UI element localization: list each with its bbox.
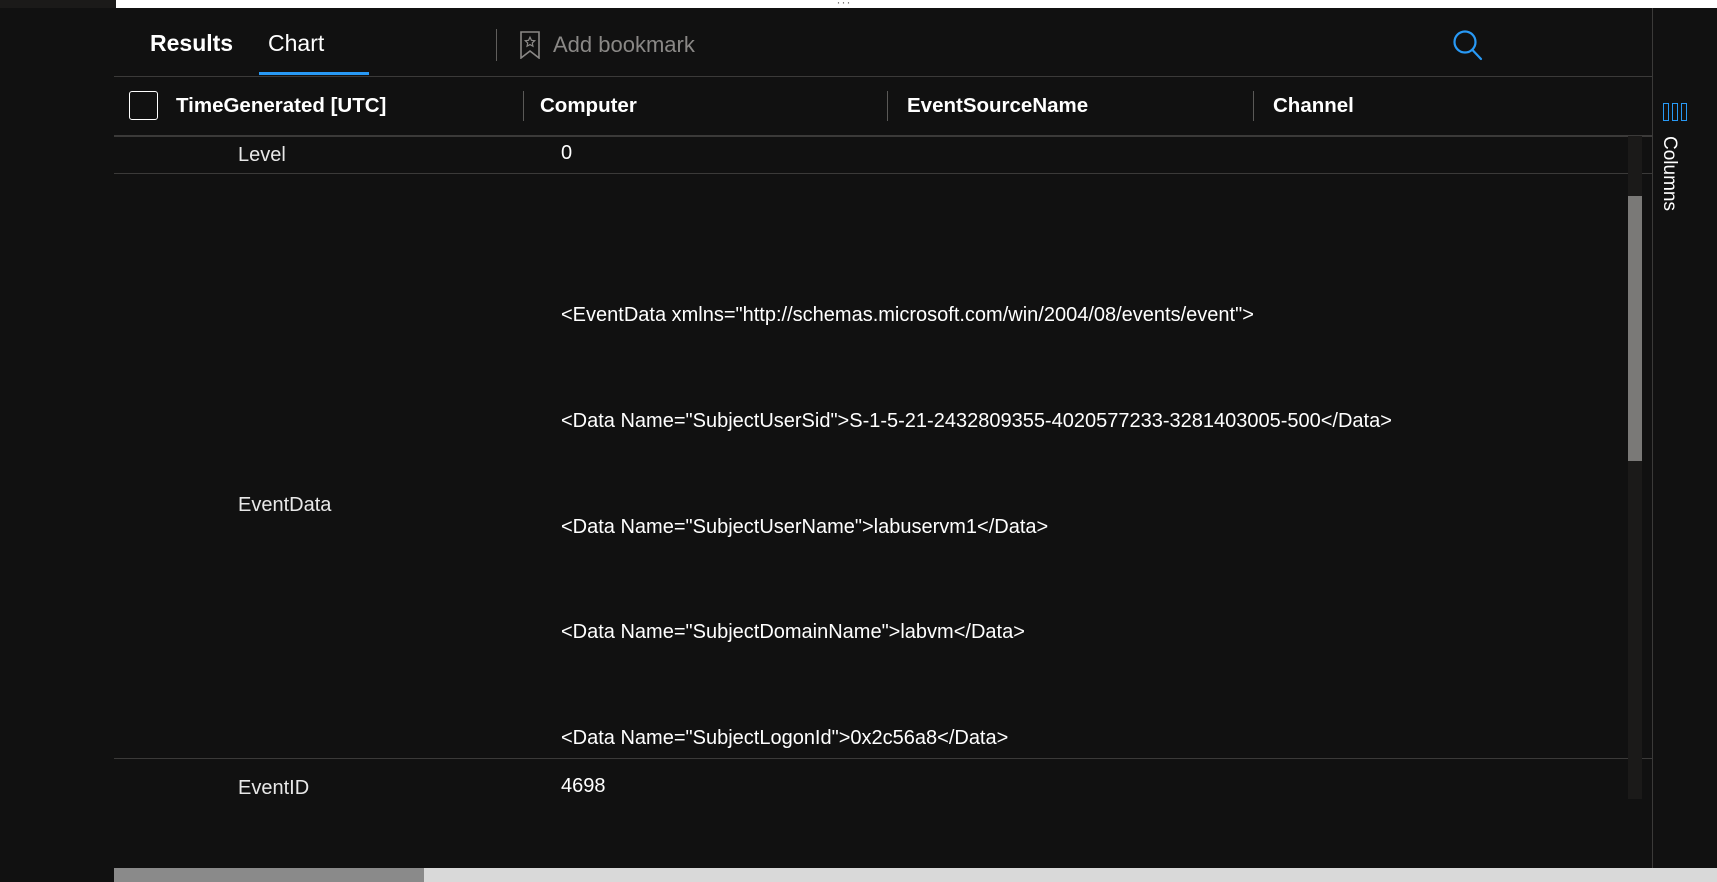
search-icon — [1453, 30, 1483, 61]
column-header-channel[interactable]: Channel — [1273, 93, 1354, 119]
record-detail-list: Level 0 EventData <EventData xmlns="http… — [114, 136, 1652, 799]
horizontal-scrollbar-thumb[interactable] — [114, 868, 424, 882]
xml-line: <Data Name="SubjectDomainName">labvm</Da… — [561, 621, 1025, 644]
detail-key: EventData — [238, 494, 332, 516]
panel-drag-handle[interactable]: ··· — [824, 0, 864, 7]
detail-key: Level — [238, 144, 286, 166]
results-tabbar: Results Chart Add bookmark — [114, 8, 1652, 77]
xml-line: <Data Name="SubjectUserSid">S-1-5-21-243… — [561, 410, 1392, 432]
panel-left-gutter — [0, 8, 114, 882]
columns-label[interactable]: Columns — [1656, 136, 1682, 211]
detail-key: EventID — [238, 777, 310, 799]
detail-value: 4698 — [561, 775, 606, 797]
bookmark-star-icon — [520, 31, 540, 59]
add-bookmark-label: Add bookmark — [553, 32, 695, 57]
detail-value: 0 — [561, 142, 573, 164]
tab-chart[interactable]: Chart — [268, 28, 324, 58]
top-strip-dark-corner — [0, 0, 116, 8]
eventdata-xml-value: <EventData xmlns="http://schemas.microso… — [561, 228, 1652, 799]
search-button[interactable] — [1448, 26, 1488, 66]
xml-line: <Data Name="SubjectLogonId">0x2c56a8</Da… — [561, 726, 1009, 749]
xml-line: <EventData xmlns="http://schemas.microso… — [561, 304, 1254, 327]
bottom-left-pad — [0, 868, 114, 882]
detail-row-eventid[interactable]: EventID 4698 — [114, 759, 1652, 799]
grid-header-row: TimeGenerated [UTC] Computer EventSource… — [114, 77, 1652, 135]
toolbar-divider — [496, 29, 497, 61]
vertical-scrollbar-thumb[interactable] — [1628, 196, 1642, 461]
column-header-computer[interactable]: Computer — [540, 93, 637, 119]
column-separator[interactable] — [887, 91, 888, 121]
xml-line: <Data Name="SubjectUserName">labuservm1<… — [561, 515, 1049, 538]
columns-icon-bar — [1681, 103, 1687, 121]
results-panel: Results Chart Add bookmark TimeGenerated… — [0, 8, 1717, 882]
tab-active-indicator — [259, 72, 369, 75]
tab-results[interactable]: Results — [150, 28, 233, 58]
add-bookmark-button[interactable]: Add bookmark — [519, 28, 695, 62]
detail-row-eventdata[interactable]: EventData <EventData xmlns="http://schem… — [114, 174, 1652, 759]
window-top-strip: ··· — [0, 0, 1717, 8]
select-all-checkbox[interactable] — [129, 91, 158, 120]
column-separator[interactable] — [523, 91, 524, 121]
columns-icon[interactable] — [1663, 103, 1691, 123]
columns-icon-bar — [1672, 103, 1678, 121]
column-header-eventsourcename[interactable]: EventSourceName — [907, 93, 1088, 119]
detail-row-level[interactable]: Level 0 — [114, 136, 1652, 174]
column-header-timegenerated[interactable]: TimeGenerated [UTC] — [176, 93, 386, 119]
column-separator[interactable] — [1253, 91, 1254, 121]
columns-icon-bar — [1663, 103, 1669, 121]
